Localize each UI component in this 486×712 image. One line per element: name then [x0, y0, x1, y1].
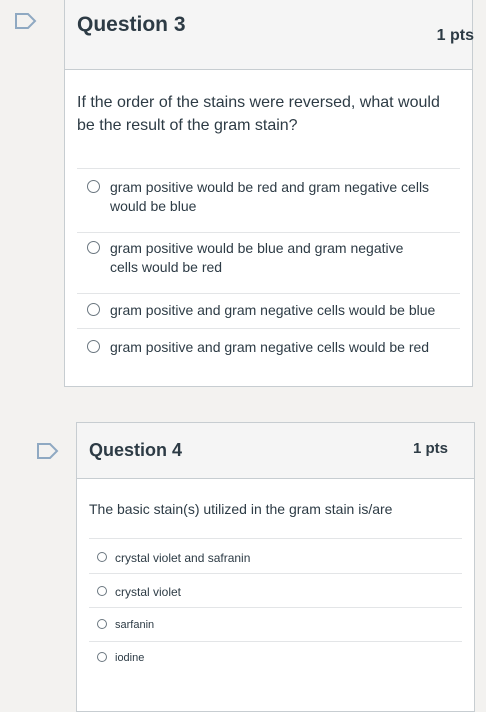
answer-option[interactable]: gram positive and gram negative cells wo… — [87, 301, 457, 320]
radio-button-icon[interactable] — [87, 241, 100, 254]
answer-label: gram positive would be red and gram nega… — [110, 179, 430, 214]
divider — [89, 538, 462, 539]
divider — [77, 168, 460, 169]
radio-button-icon[interactable] — [87, 180, 100, 193]
question-card: Question 3 1 pts If the order of the sta… — [64, 0, 474, 387]
radio-button-icon[interactable] — [97, 552, 107, 562]
divider — [89, 573, 462, 574]
divider — [89, 607, 462, 608]
radio-button-icon[interactable] — [87, 340, 100, 353]
flag-question-icon[interactable] — [36, 442, 60, 460]
divider — [89, 641, 462, 642]
answer-option[interactable]: gram positive and gram negative cells wo… — [87, 338, 457, 357]
question-card: Question 4 1 pts The basic stain(s) util… — [76, 422, 475, 712]
question-title: Question 4 — [89, 440, 183, 460]
answer-option[interactable]: iodine — [97, 651, 437, 666]
radio-button-icon[interactable] — [87, 303, 100, 316]
answer-label: gram positive and gram negative cells wo… — [110, 302, 436, 318]
question-text: The basic stain(s) utilized in the gram … — [89, 501, 393, 517]
flag-question-icon[interactable] — [14, 12, 38, 30]
radio-button-icon[interactable] — [97, 652, 107, 662]
answer-option[interactable]: crystal violet — [97, 584, 437, 600]
answer-label: gram positive would be blue and gram neg… — [110, 240, 404, 275]
question-text: If the order of the stains were reversed… — [77, 94, 440, 135]
answer-option[interactable]: gram positive would be red and gram nega… — [87, 178, 432, 216]
answer-option[interactable]: sarfanin — [97, 618, 437, 633]
question-header: Question 3 1 pts — [65, 0, 474, 70]
radio-button-icon[interactable] — [97, 586, 107, 596]
divider — [77, 232, 460, 233]
answer-label: crystal violet and safranin — [115, 551, 251, 565]
answer-option[interactable]: crystal violet and safranin — [97, 550, 437, 566]
question-points: 1 pts — [412, 440, 448, 457]
divider — [77, 293, 460, 294]
answer-label: crystal violet — [115, 585, 182, 599]
question-points: 1 pts — [436, 27, 474, 44]
radio-button-icon[interactable] — [97, 619, 107, 629]
divider — [77, 328, 460, 329]
answer-label: iodine — [115, 652, 145, 664]
question-title: Question 3 — [77, 13, 186, 36]
answer-label: sarfanin — [115, 619, 155, 631]
question-header: Question 4 1 pts — [77, 423, 474, 479]
answer-option[interactable]: gram positive would be blue and gram neg… — [87, 239, 432, 277]
answer-label: gram positive and gram negative cells wo… — [110, 339, 430, 355]
